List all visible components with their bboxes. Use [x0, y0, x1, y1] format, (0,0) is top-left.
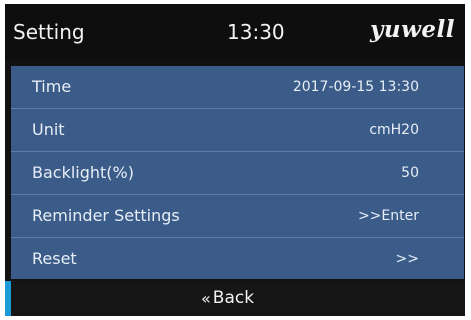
- menu-item-backlight[interactable]: Backlight(%) 50: [11, 152, 464, 194]
- menu-item-value: >>Enter: [357, 208, 419, 224]
- back-button[interactable]: « Back: [201, 288, 254, 308]
- menu-item-label: Reminder Settings: [32, 206, 180, 225]
- device-frame: Setting 13:30 yuwell Time 2017-09-15 13:…: [0, 0, 471, 320]
- screen: Setting 13:30 yuwell Time 2017-09-15 13:…: [5, 4, 465, 316]
- menu-item-value: 2017-09-15 13:30: [292, 79, 419, 95]
- footer-bar: « Back: [5, 281, 465, 316]
- menu-item-time[interactable]: Time 2017-09-15 13:30: [11, 66, 464, 108]
- menu-item-label: Time: [32, 77, 72, 96]
- menu-item-reminder-settings[interactable]: Reminder Settings >>Enter: [11, 195, 464, 237]
- brand-logo: yuwell: [370, 16, 455, 43]
- menu-item-value: cmH20: [369, 122, 419, 138]
- menu-item-value: >>: [395, 251, 419, 267]
- menu-item-label: Unit: [32, 120, 65, 139]
- menu-item-label: Reset: [32, 249, 77, 268]
- double-chevron-left-icon: «: [201, 288, 211, 308]
- selection-accent: [5, 281, 11, 316]
- menu-item-label: Backlight(%): [32, 163, 134, 182]
- page-title: Setting: [13, 20, 85, 44]
- settings-menu: Time 2017-09-15 13:30 Unit cmH20 Backlig…: [11, 66, 464, 279]
- status-header: Setting 13:30 yuwell: [5, 4, 465, 60]
- menu-item-unit[interactable]: Unit cmH20: [11, 109, 464, 151]
- back-label: Back: [212, 288, 255, 308]
- clock: 13:30: [227, 20, 285, 44]
- menu-item-reset[interactable]: Reset >>: [11, 238, 464, 280]
- menu-item-value: 50: [401, 165, 419, 181]
